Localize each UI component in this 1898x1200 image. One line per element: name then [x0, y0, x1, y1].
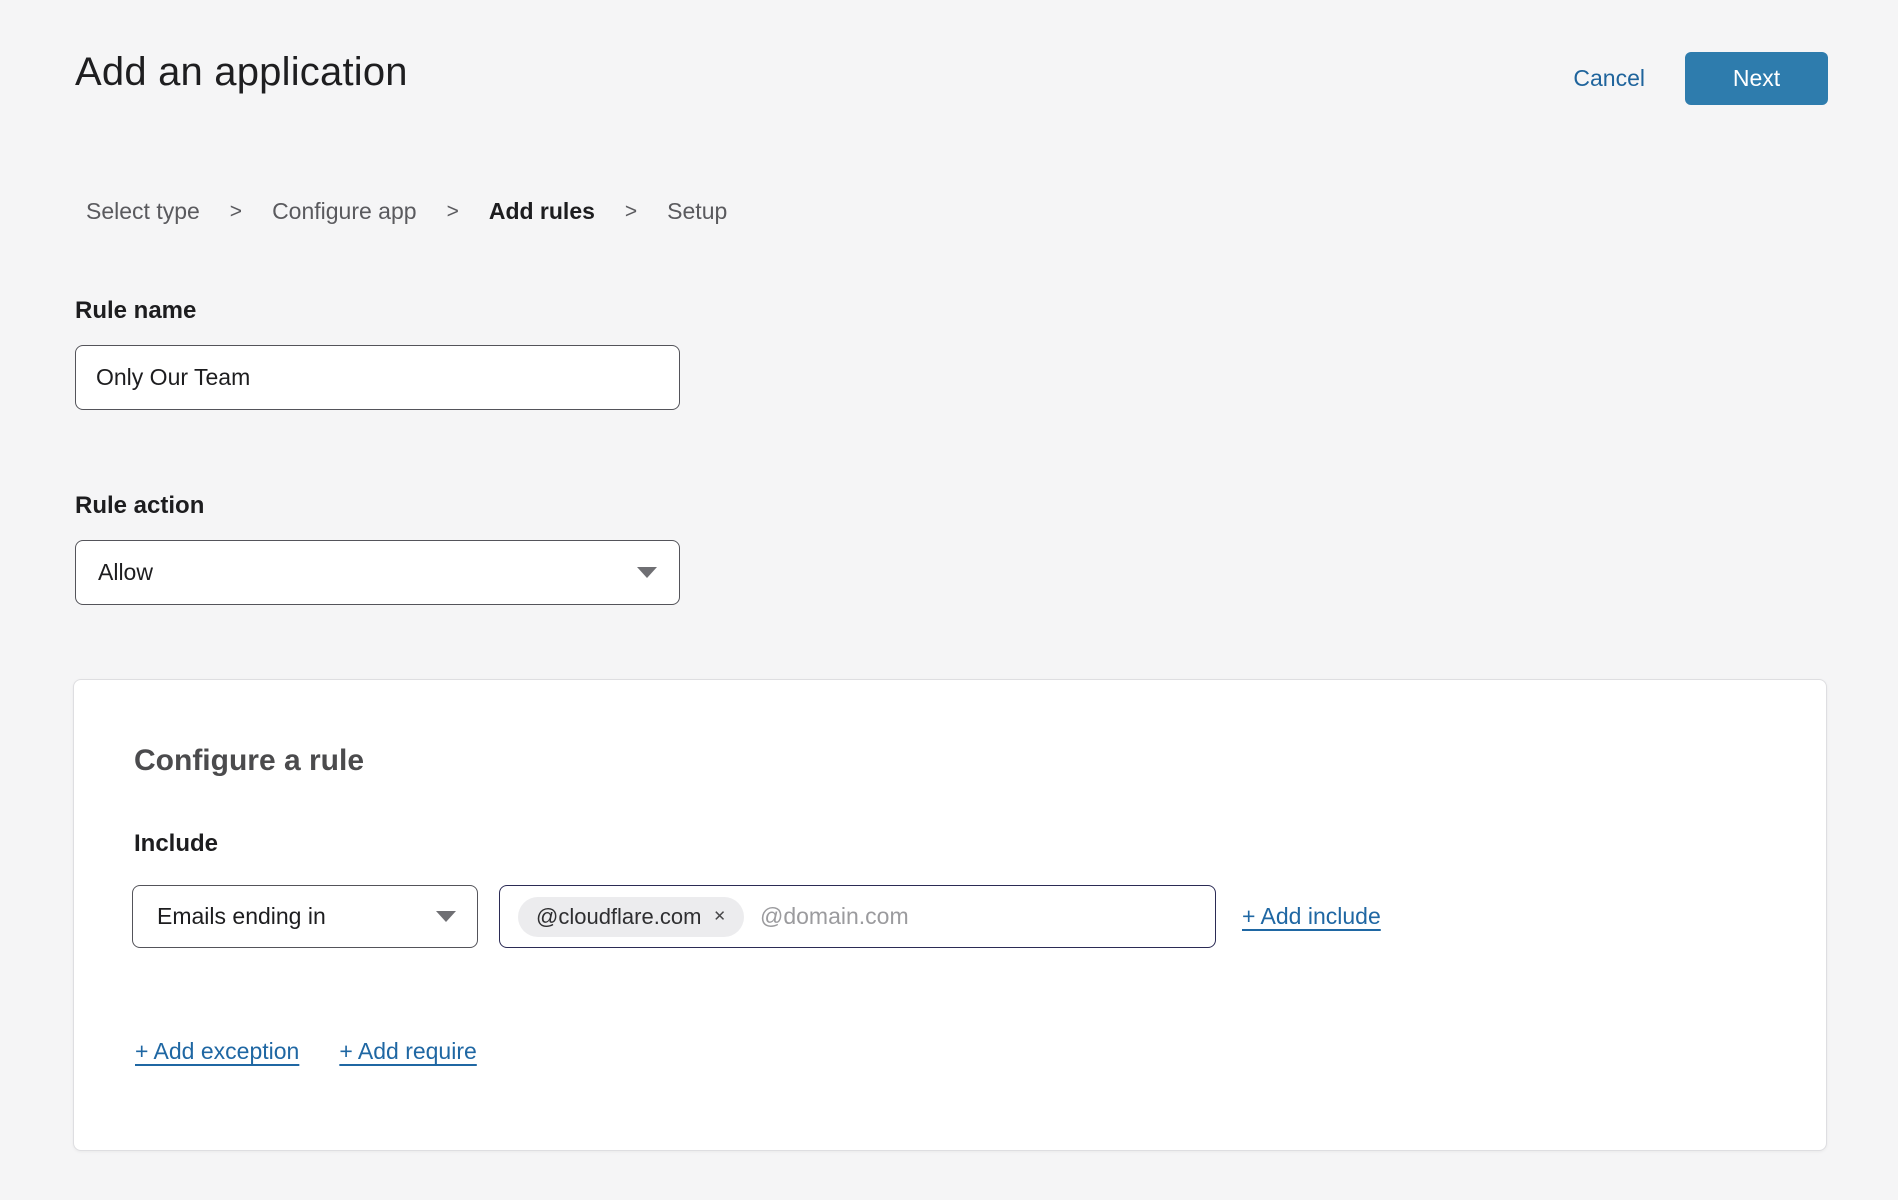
include-label: Include: [134, 830, 218, 858]
cancel-button[interactable]: Cancel: [1573, 65, 1645, 92]
add-require-link[interactable]: + Add require: [339, 1038, 476, 1065]
include-values-input[interactable]: @cloudflare.com ✕: [499, 885, 1216, 948]
breadcrumb-step-setup[interactable]: Setup: [667, 198, 727, 225]
header-actions: Cancel Next: [1573, 52, 1828, 105]
chevron-down-icon: [637, 567, 657, 578]
add-exception-link[interactable]: + Add exception: [135, 1038, 299, 1065]
card-title: Configure a rule: [134, 744, 364, 778]
rule-action-label: Rule action: [75, 492, 204, 520]
rule-action-value: Allow: [98, 559, 153, 586]
page-title: Add an application: [75, 50, 408, 95]
include-criteria-value: Emails ending in: [157, 903, 326, 930]
email-domain-tag: @cloudflare.com ✕: [518, 897, 744, 937]
remove-tag-icon[interactable]: ✕: [713, 909, 726, 924]
breadcrumb-separator: >: [230, 200, 242, 224]
breadcrumb-step-select-type[interactable]: Select type: [86, 198, 200, 225]
chevron-down-icon: [436, 911, 456, 922]
rule-action-select[interactable]: Allow: [75, 540, 680, 605]
breadcrumb: Select type > Configure app > Add rules …: [86, 198, 727, 225]
breadcrumb-separator: >: [447, 200, 459, 224]
breadcrumb-step-add-rules[interactable]: Add rules: [489, 198, 595, 225]
breadcrumb-step-configure-app[interactable]: Configure app: [272, 198, 417, 225]
add-include-link[interactable]: + Add include: [1242, 903, 1381, 930]
rule-name-input[interactable]: [75, 345, 680, 410]
domain-entry-input[interactable]: [744, 886, 1201, 947]
rule-name-label: Rule name: [75, 297, 196, 325]
configure-rule-card: Configure a rule Include Emails ending i…: [73, 679, 1827, 1151]
breadcrumb-separator: >: [625, 200, 637, 224]
add-application-page: Add an application Cancel Next Select ty…: [0, 0, 1898, 1200]
card-bottom-links: + Add exception + Add require: [135, 1038, 477, 1065]
tag-label: @cloudflare.com: [536, 904, 701, 930]
next-button[interactable]: Next: [1685, 52, 1828, 105]
include-criteria-select[interactable]: Emails ending in: [132, 885, 478, 948]
include-row: Emails ending in @cloudflare.com ✕ + Add…: [132, 885, 1381, 948]
